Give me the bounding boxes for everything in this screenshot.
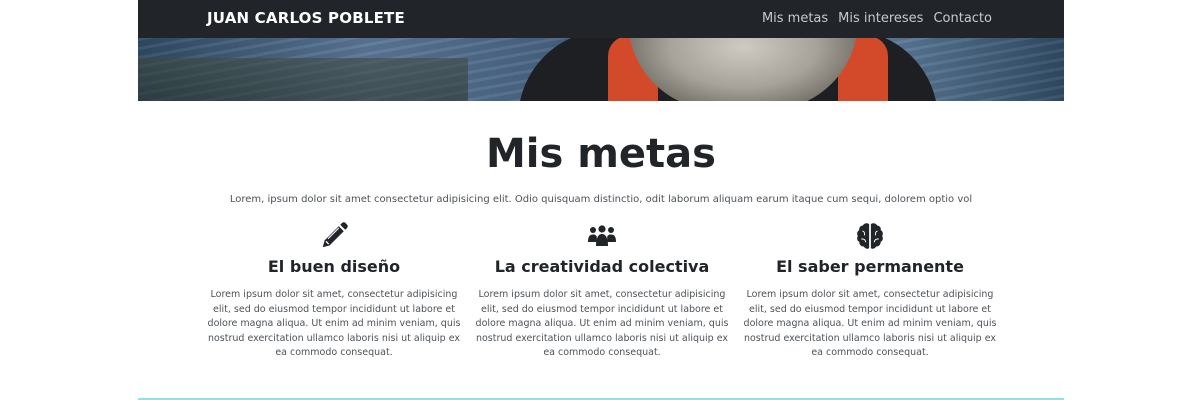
- people-group-icon: [588, 225, 616, 246]
- feature-card: La creatividad colectiva Lorem ipsum dol…: [468, 218, 736, 361]
- feature-card: El saber permanente Lorem ipsum dolor si…: [736, 218, 1004, 361]
- feature-card: El buen diseño Lorem ipsum dolor sit ame…: [200, 218, 468, 361]
- nav-link-contacto[interactable]: Contacto: [933, 0, 992, 38]
- section-lead: Lorem, ipsum dolor sit amet consectetur …: [229, 194, 973, 205]
- feature-text: Lorem ipsum dolor sit amet, consectetur …: [475, 289, 729, 358]
- pencil-icon: [322, 222, 348, 248]
- nav-link-mis-intereses[interactable]: Mis intereses: [838, 0, 923, 38]
- feature-text: Lorem ipsum dolor sit amet, consectetur …: [207, 289, 461, 358]
- section-title: Mis metas: [486, 131, 716, 177]
- nav-links: Mis metas Mis intereses Contacto: [762, 0, 992, 38]
- features-row: El buen diseño Lorem ipsum dolor sit ame…: [200, 218, 1004, 361]
- brain-icon: [857, 223, 883, 249]
- feature-text: Lorem ipsum dolor sit amet, consectetur …: [743, 289, 997, 358]
- hero-shore: [138, 58, 468, 101]
- feature-title: La creatividad colectiva: [494, 257, 710, 276]
- nav-link-mis-metas[interactable]: Mis metas: [762, 0, 828, 38]
- feature-title: El buen diseño: [267, 257, 401, 276]
- brand-link[interactable]: JUAN CARLOS POBLETE: [207, 0, 405, 38]
- page-container: JUAN CARLOS POBLETE Mis metas Mis intere…: [138, 0, 1064, 400]
- navbar: JUAN CARLOS POBLETE Mis metas Mis intere…: [138, 0, 1064, 38]
- feature-title: El saber permanente: [776, 257, 964, 276]
